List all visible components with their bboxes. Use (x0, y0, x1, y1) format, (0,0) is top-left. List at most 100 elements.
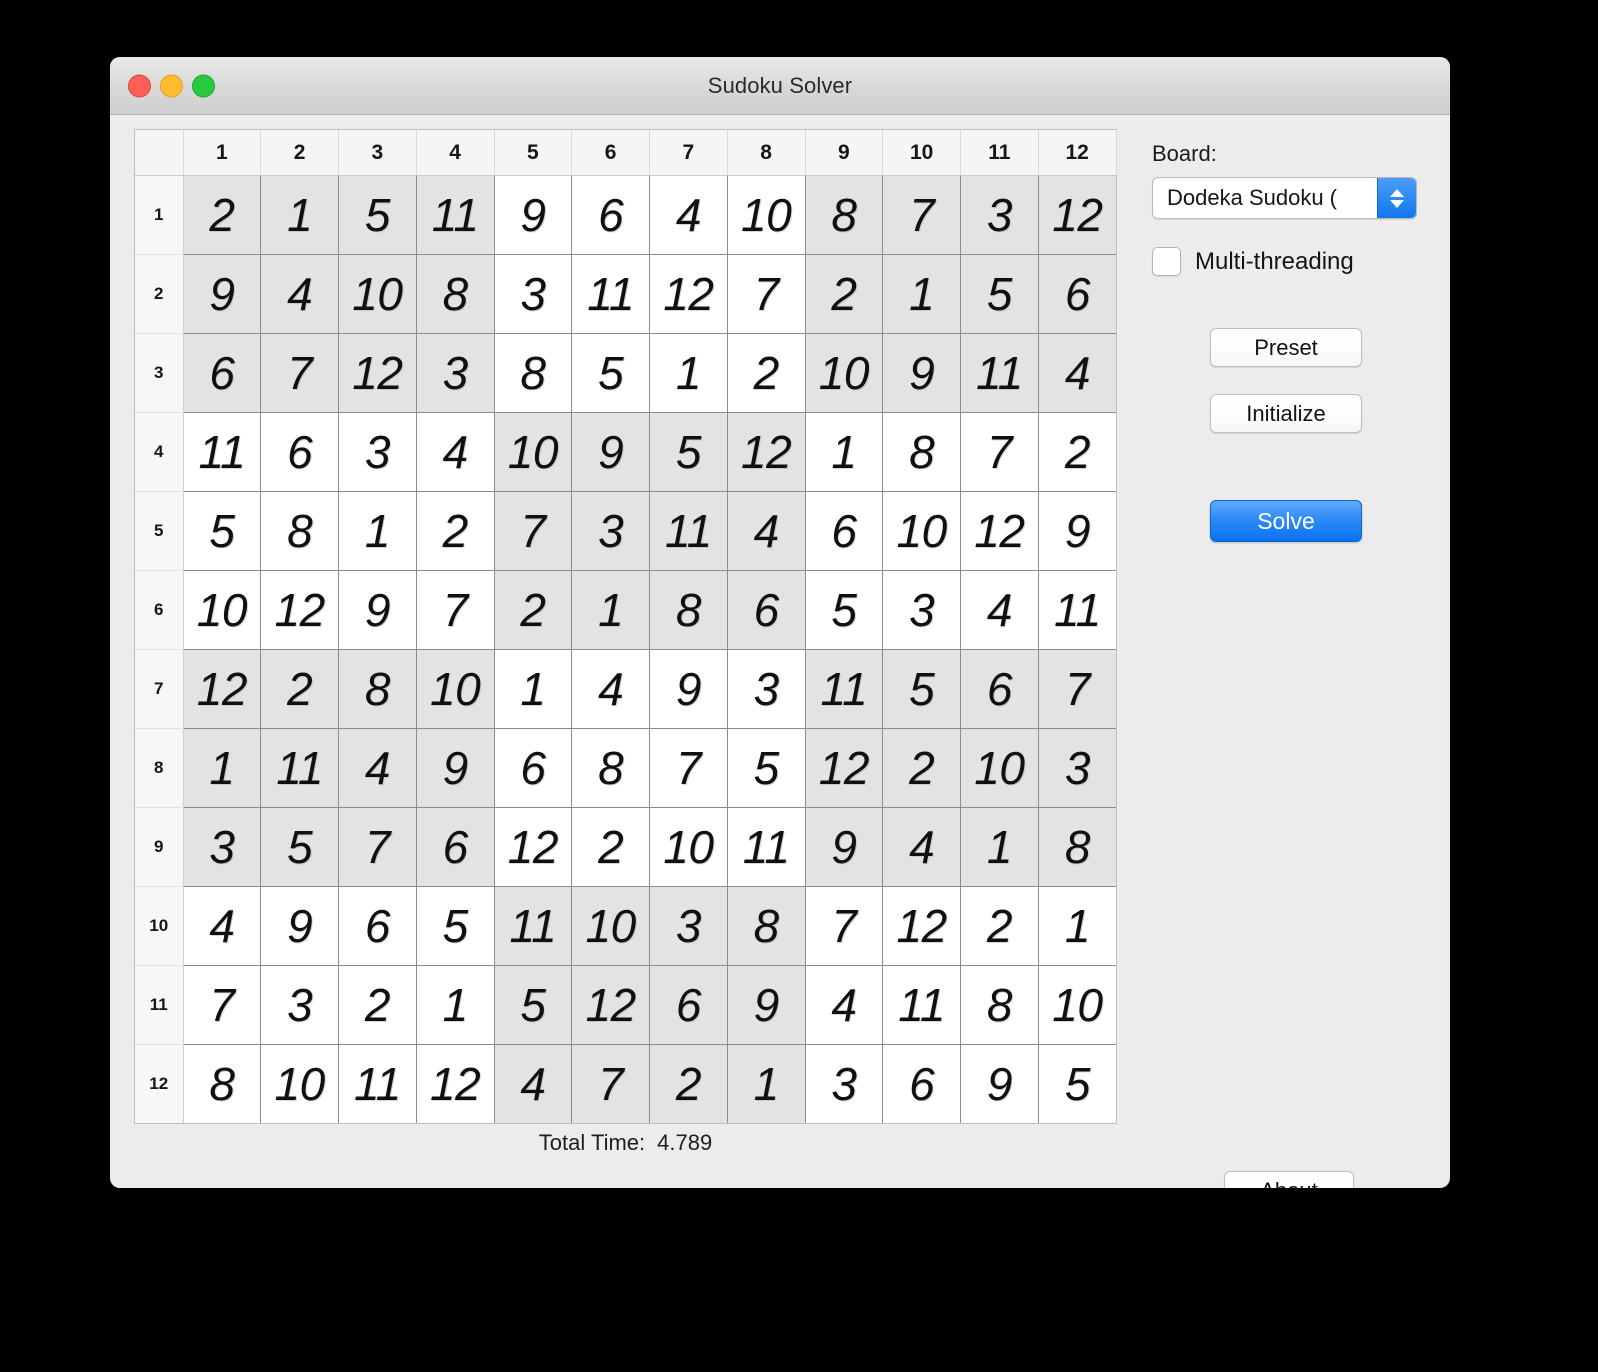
grid-cell[interactable]: 12 (571, 965, 650, 1045)
grid-cell[interactable]: 3 (1038, 728, 1116, 808)
grid-cell[interactable]: 3 (571, 491, 650, 571)
multi-threading-row[interactable]: Multi-threading (1152, 247, 1426, 276)
grid-cell[interactable]: 12 (960, 491, 1039, 571)
grid-cell[interactable]: 6 (494, 728, 573, 808)
grid-cell[interactable]: 5 (882, 649, 961, 729)
grid-cell[interactable]: 7 (416, 570, 495, 650)
grid-cell[interactable]: 8 (1038, 807, 1116, 887)
grid-cell[interactable]: 7 (260, 333, 339, 413)
preset-button[interactable]: Preset (1210, 328, 1362, 367)
grid-cell[interactable]: 10 (416, 649, 495, 729)
grid-cell[interactable]: 2 (960, 886, 1039, 966)
grid-cell[interactable]: 1 (882, 254, 961, 334)
grid-cell[interactable]: 11 (805, 649, 884, 729)
grid-cell[interactable]: 6 (183, 333, 262, 413)
grid-cell[interactable]: 6 (960, 649, 1039, 729)
grid-cell[interactable]: 7 (338, 807, 417, 887)
grid-cell[interactable]: 2 (649, 1044, 728, 1123)
close-button[interactable] (128, 74, 151, 97)
grid-cell[interactable]: 2 (260, 649, 339, 729)
grid-cell[interactable]: 5 (960, 254, 1039, 334)
grid-cell[interactable]: 4 (571, 649, 650, 729)
grid-cell[interactable]: 4 (416, 412, 495, 492)
multi-threading-checkbox[interactable] (1152, 247, 1181, 276)
grid-cell[interactable]: 12 (260, 570, 339, 650)
grid-cell[interactable]: 9 (571, 412, 650, 492)
grid-cell[interactable]: 7 (1038, 649, 1116, 729)
grid-cell[interactable]: 10 (727, 175, 806, 255)
grid-cell[interactable]: 11 (338, 1044, 417, 1123)
grid-cell[interactable]: 12 (727, 412, 806, 492)
grid-cell[interactable]: 2 (571, 807, 650, 887)
grid-cell[interactable]: 2 (416, 491, 495, 571)
grid-cell[interactable]: 10 (183, 570, 262, 650)
grid-cell[interactable]: 3 (649, 886, 728, 966)
grid-cell[interactable]: 9 (494, 175, 573, 255)
solve-button[interactable]: Solve (1210, 500, 1362, 542)
grid-cell[interactable]: 6 (882, 1044, 961, 1123)
grid-cell[interactable]: 11 (571, 254, 650, 334)
grid-cell[interactable]: 6 (1038, 254, 1116, 334)
grid-cell[interactable]: 8 (882, 412, 961, 492)
grid-cell[interactable]: 12 (1038, 175, 1116, 255)
grid-cell[interactable]: 4 (960, 570, 1039, 650)
grid-cell[interactable]: 8 (727, 886, 806, 966)
grid-cell[interactable]: 9 (882, 333, 961, 413)
grid-cell[interactable]: 3 (727, 649, 806, 729)
grid-cell[interactable]: 5 (727, 728, 806, 808)
grid-cell[interactable]: 11 (1038, 570, 1116, 650)
grid-cell[interactable]: 6 (805, 491, 884, 571)
grid-cell[interactable]: 5 (183, 491, 262, 571)
grid-cell[interactable]: 10 (260, 1044, 339, 1123)
grid-cell[interactable]: 6 (571, 175, 650, 255)
grid-cell[interactable]: 8 (260, 491, 339, 571)
grid-cell[interactable]: 5 (494, 965, 573, 1045)
grid-cell[interactable]: 6 (338, 886, 417, 966)
grid-cell[interactable]: 11 (494, 886, 573, 966)
grid-cell[interactable]: 2 (494, 570, 573, 650)
grid-cell[interactable]: 5 (260, 807, 339, 887)
grid-cell[interactable]: 11 (260, 728, 339, 808)
grid-cell[interactable]: 10 (571, 886, 650, 966)
grid-cell[interactable]: 7 (571, 1044, 650, 1123)
grid-cell[interactable]: 10 (805, 333, 884, 413)
grid-cell[interactable]: 1 (805, 412, 884, 492)
grid-cell[interactable]: 2 (882, 728, 961, 808)
grid-cell[interactable]: 2 (727, 333, 806, 413)
grid-cell[interactable]: 9 (260, 886, 339, 966)
minimize-button[interactable] (160, 74, 183, 97)
grid-cell[interactable]: 1 (649, 333, 728, 413)
grid-cell[interactable]: 4 (882, 807, 961, 887)
grid-cell[interactable]: 1 (960, 807, 1039, 887)
grid-cell[interactable]: 2 (338, 965, 417, 1045)
grid-cell[interactable]: 4 (1038, 333, 1116, 413)
grid-cell[interactable]: 1 (571, 570, 650, 650)
grid-cell[interactable]: 10 (338, 254, 417, 334)
grid-cell[interactable]: 8 (649, 570, 728, 650)
grid-cell[interactable]: 5 (338, 175, 417, 255)
grid-cell[interactable]: 5 (416, 886, 495, 966)
grid-cell[interactable]: 4 (649, 175, 728, 255)
grid-cell[interactable]: 2 (183, 175, 262, 255)
board-select[interactable]: Dodeka Sudoku ( (1152, 177, 1417, 219)
grid-cell[interactable]: 5 (649, 412, 728, 492)
grid-cell[interactable]: 9 (416, 728, 495, 808)
grid-cell[interactable]: 3 (805, 1044, 884, 1123)
grid-cell[interactable]: 3 (416, 333, 495, 413)
grid-cell[interactable]: 6 (649, 965, 728, 1045)
grid-cell[interactable]: 11 (416, 175, 495, 255)
grid-cell[interactable]: 4 (260, 254, 339, 334)
grid-cell[interactable]: 12 (882, 886, 961, 966)
grid-cell[interactable]: 8 (960, 965, 1039, 1045)
grid-cell[interactable]: 8 (805, 175, 884, 255)
grid-cell[interactable]: 9 (1038, 491, 1116, 571)
grid-cell[interactable]: 4 (338, 728, 417, 808)
grid-cell[interactable]: 11 (183, 412, 262, 492)
grid-cell[interactable]: 1 (260, 175, 339, 255)
grid-cell[interactable]: 4 (183, 886, 262, 966)
grid-cell[interactable]: 1 (183, 728, 262, 808)
grid-cell[interactable]: 8 (571, 728, 650, 808)
chevron-updown-icon[interactable] (1377, 178, 1416, 218)
grid-cell[interactable]: 1 (494, 649, 573, 729)
grid-cell[interactable]: 4 (805, 965, 884, 1045)
